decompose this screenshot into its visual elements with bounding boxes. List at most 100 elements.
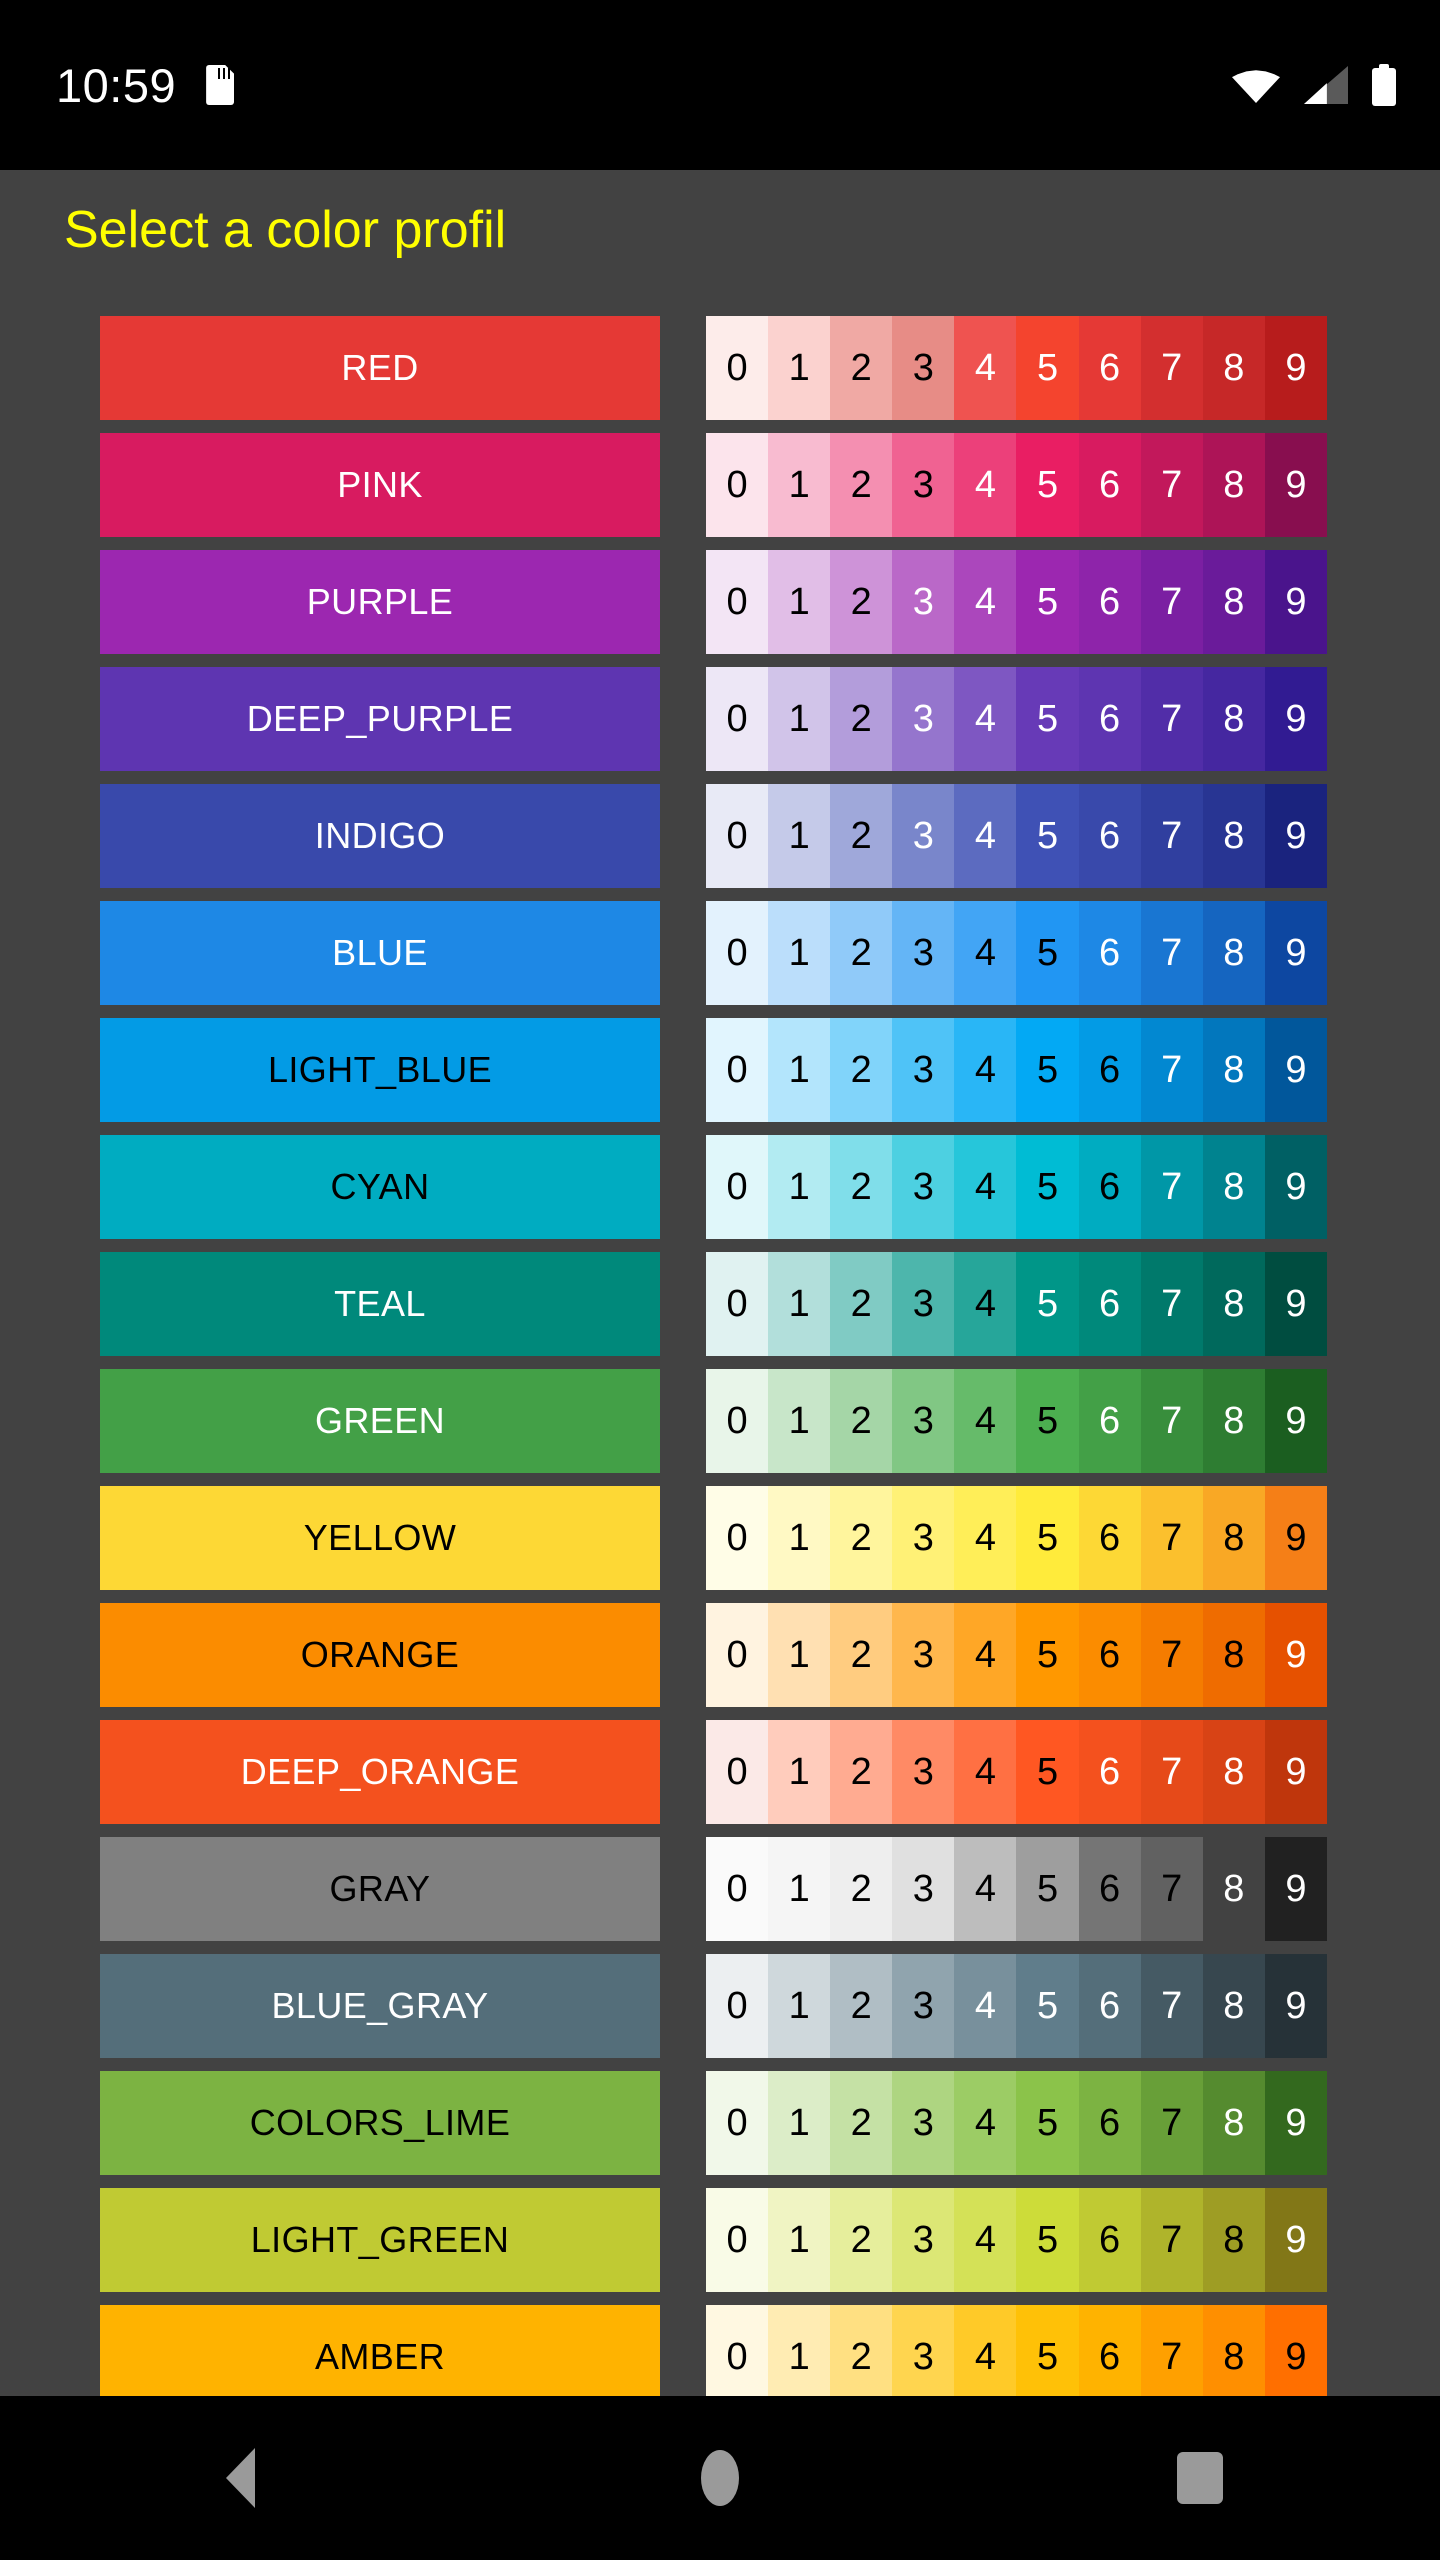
color-shade-swatch[interactable]: 0 [706,316,769,420]
color-profile-button[interactable]: GREEN [100,1369,660,1473]
color-shade-swatch[interactable]: 9 [1264,1603,1327,1707]
color-shade-swatch[interactable]: 8 [1202,901,1265,1005]
color-profile-button[interactable]: CYAN [100,1135,660,1239]
color-shade-swatch[interactable]: 9 [1264,1837,1327,1941]
color-shade-swatch[interactable]: 0 [706,1486,769,1590]
color-shade-swatch[interactable]: 3 [892,1837,955,1941]
color-shade-swatch[interactable]: 2 [830,2071,893,2175]
color-shade-swatch[interactable]: 4 [954,784,1017,888]
color-shade-swatch[interactable]: 3 [892,1486,955,1590]
color-shade-swatch[interactable]: 2 [830,1954,893,2058]
color-shade-swatch[interactable]: 4 [954,550,1017,654]
color-shade-swatch[interactable]: 7 [1140,1603,1203,1707]
color-shade-swatch[interactable]: 9 [1264,901,1327,1005]
color-shade-swatch[interactable]: 6 [1078,433,1141,537]
color-shade-swatch[interactable]: 6 [1078,1252,1141,1356]
color-shade-swatch[interactable]: 3 [892,784,955,888]
color-shade-swatch[interactable]: 5 [1016,2071,1079,2175]
color-shade-swatch[interactable]: 5 [1016,1720,1079,1824]
color-shade-swatch[interactable]: 7 [1140,1954,1203,2058]
color-shade-swatch[interactable]: 1 [768,1720,831,1824]
color-shade-swatch[interactable]: 3 [892,550,955,654]
color-shade-swatch[interactable]: 3 [892,667,955,771]
color-shade-swatch[interactable]: 9 [1264,1486,1327,1590]
color-shade-swatch[interactable]: 7 [1140,550,1203,654]
color-shade-swatch[interactable]: 2 [830,1018,893,1122]
color-shade-swatch[interactable]: 3 [892,2071,955,2175]
color-shade-swatch[interactable]: 3 [892,433,955,537]
color-shade-swatch[interactable]: 1 [768,784,831,888]
color-shade-swatch[interactable]: 1 [768,2188,831,2292]
color-shade-swatch[interactable]: 0 [706,2071,769,2175]
color-shade-swatch[interactable]: 6 [1078,316,1141,420]
color-shade-swatch[interactable]: 1 [768,1837,831,1941]
color-shade-swatch[interactable]: 9 [1264,784,1327,888]
color-shade-swatch[interactable]: 7 [1140,784,1203,888]
color-shade-swatch[interactable]: 1 [768,2305,831,2396]
color-shade-swatch[interactable]: 5 [1016,901,1079,1005]
color-profile-button[interactable]: TEAL [100,1252,660,1356]
color-shade-swatch[interactable]: 4 [954,667,1017,771]
color-shade-swatch[interactable]: 0 [706,1837,769,1941]
color-shade-swatch[interactable]: 7 [1140,1135,1203,1239]
color-profile-button[interactable]: BLUE_GRAY [100,1954,660,2058]
color-shade-swatch[interactable]: 2 [830,1135,893,1239]
color-shade-swatch[interactable]: 1 [768,901,831,1005]
color-shade-swatch[interactable]: 4 [954,1486,1017,1590]
color-shade-swatch[interactable]: 9 [1264,1135,1327,1239]
color-shade-swatch[interactable]: 5 [1016,1252,1079,1356]
color-shade-swatch[interactable]: 8 [1202,1018,1265,1122]
color-shade-swatch[interactable]: 3 [892,1720,955,1824]
color-profile-button[interactable]: PINK [100,433,660,537]
color-shade-swatch[interactable]: 5 [1016,1486,1079,1590]
color-shade-swatch[interactable]: 7 [1140,667,1203,771]
color-shade-swatch[interactable]: 7 [1140,1486,1203,1590]
color-shade-swatch[interactable]: 4 [954,1252,1017,1356]
color-shade-swatch[interactable]: 5 [1016,1954,1079,2058]
color-profile-button[interactable]: LIGHT_GREEN [100,2188,660,2292]
color-shade-swatch[interactable]: 8 [1202,550,1265,654]
color-shade-swatch[interactable]: 9 [1264,316,1327,420]
color-shade-swatch[interactable]: 1 [768,1603,831,1707]
color-shade-swatch[interactable]: 7 [1140,433,1203,537]
color-shade-swatch[interactable]: 4 [954,1135,1017,1239]
color-shade-swatch[interactable]: 8 [1202,1603,1265,1707]
color-shade-swatch[interactable]: 0 [706,2188,769,2292]
color-shade-swatch[interactable]: 5 [1016,316,1079,420]
color-shade-swatch[interactable]: 6 [1078,2305,1141,2396]
color-profile-button[interactable]: ORANGE [100,1603,660,1707]
back-button[interactable] [0,2396,480,2560]
color-shade-swatch[interactable]: 6 [1078,784,1141,888]
color-shade-swatch[interactable]: 1 [768,2071,831,2175]
color-shade-swatch[interactable]: 0 [706,1720,769,1824]
color-shade-swatch[interactable]: 9 [1264,667,1327,771]
color-shade-swatch[interactable]: 3 [892,316,955,420]
color-shade-swatch[interactable]: 5 [1016,2188,1079,2292]
color-shade-swatch[interactable]: 8 [1202,1369,1265,1473]
color-shade-swatch[interactable]: 5 [1016,1369,1079,1473]
color-shade-swatch[interactable]: 4 [954,1954,1017,2058]
color-shade-swatch[interactable]: 1 [768,316,831,420]
color-shade-swatch[interactable]: 1 [768,550,831,654]
color-shade-swatch[interactable]: 0 [706,1369,769,1473]
color-shade-swatch[interactable]: 1 [768,1018,831,1122]
color-profile-button[interactable]: PURPLE [100,550,660,654]
color-shade-swatch[interactable]: 6 [1078,2071,1141,2175]
color-shade-swatch[interactable]: 8 [1202,2305,1265,2396]
color-profile-button[interactable]: RED [100,316,660,420]
color-profile-button[interactable]: COLORS_LIME [100,2071,660,2175]
color-profile-button[interactable]: DEEP_PURPLE [100,667,660,771]
color-shade-swatch[interactable]: 3 [892,1252,955,1356]
color-shade-swatch[interactable]: 9 [1264,1954,1327,2058]
color-shade-swatch[interactable]: 4 [954,1018,1017,1122]
color-shade-swatch[interactable]: 5 [1016,1018,1079,1122]
color-profile-button[interactable]: BLUE [100,901,660,1005]
color-shade-swatch[interactable]: 1 [768,667,831,771]
color-shade-swatch[interactable]: 5 [1016,1603,1079,1707]
color-profile-button[interactable]: LIGHT_BLUE [100,1018,660,1122]
color-shade-swatch[interactable]: 0 [706,667,769,771]
color-profile-button[interactable]: AMBER [100,2305,660,2396]
color-shade-swatch[interactable]: 5 [1016,2305,1079,2396]
color-shade-swatch[interactable]: 3 [892,901,955,1005]
color-shade-swatch[interactable]: 9 [1264,1369,1327,1473]
